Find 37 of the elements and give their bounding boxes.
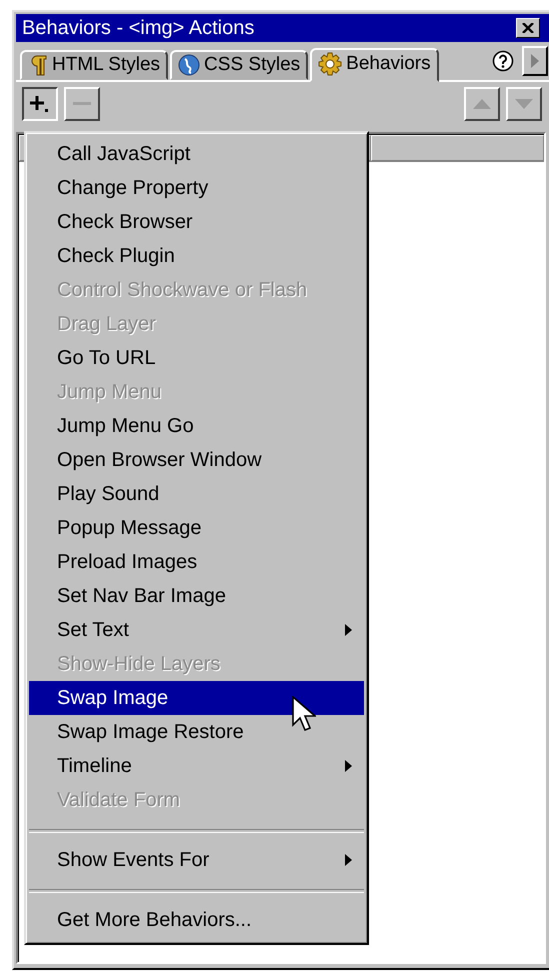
menu-item[interactable]: Set Text	[29, 613, 364, 647]
arrow-down-icon	[515, 99, 533, 109]
menu-item[interactable]: Preload Images	[29, 545, 364, 579]
menu-item[interactable]: Check Browser	[29, 205, 364, 239]
gear-icon	[318, 52, 342, 76]
menu-item[interactable]: Jump Menu Go	[29, 409, 364, 443]
mouse-cursor-icon	[292, 696, 316, 734]
menu-item[interactable]: Change Property	[29, 171, 364, 205]
menu-item[interactable]: Play Sound	[29, 477, 364, 511]
window-title: Behaviors - <img> Actions	[22, 16, 256, 40]
tab[interactable]: Behaviors	[310, 48, 439, 82]
menu-item[interactable]: Popup Message	[29, 511, 364, 545]
menu-item[interactable]: Swap Image	[29, 681, 364, 715]
close-icon	[522, 23, 534, 33]
plus-icon	[30, 94, 50, 114]
menu-item[interactable]: Swap Image Restore	[29, 715, 364, 749]
menu-item[interactable]: Set Nav Bar Image	[29, 579, 364, 613]
minus-icon	[73, 102, 91, 106]
menu-item[interactable]: Check Plugin	[29, 239, 364, 273]
submenu-arrow-icon	[345, 624, 352, 636]
globe-icon	[178, 54, 200, 76]
help-icon[interactable]	[492, 50, 514, 72]
scroll-right-button[interactable]	[522, 46, 548, 76]
submenu-arrow-icon	[345, 760, 352, 772]
menu-item[interactable]: Call JavaScript	[29, 137, 364, 171]
menu-item[interactable]: Timeline	[29, 749, 364, 783]
arrow-right-icon	[531, 54, 539, 68]
tab[interactable]: HTML Styles	[20, 50, 168, 80]
menu-item[interactable]: Get More Behaviors...	[29, 903, 364, 937]
menu-item[interactable]: Show Events For	[29, 843, 364, 877]
submenu-arrow-icon	[345, 854, 352, 866]
add-behavior-button[interactable]	[22, 87, 58, 121]
menu-item[interactable]: Open Browser Window	[29, 443, 364, 477]
tab[interactable]: CSS Styles	[170, 50, 308, 80]
close-button[interactable]	[516, 18, 540, 38]
menu-item[interactable]: Go To URL	[29, 341, 364, 375]
arrow-up-icon	[473, 99, 491, 109]
